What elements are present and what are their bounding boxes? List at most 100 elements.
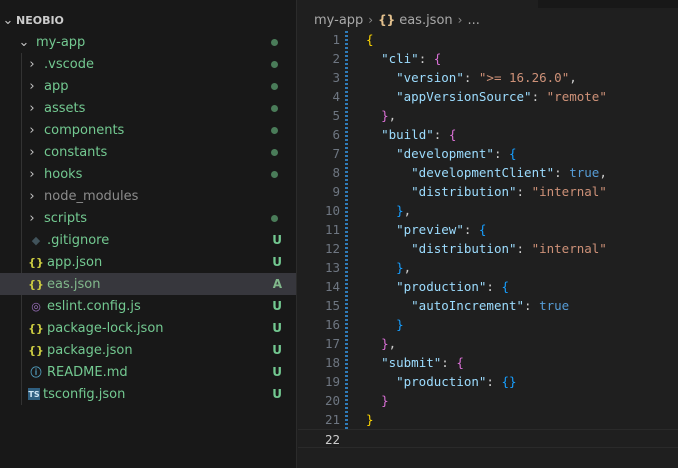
tree-item[interactable]: {} package.json U [0, 339, 296, 361]
code-token: "development" [396, 146, 494, 161]
tree-item[interactable]: › .vscode [0, 53, 296, 75]
tree-item[interactable]: TS tsconfig.json U [0, 383, 296, 405]
code-token: : [463, 222, 479, 237]
code-text: }, [366, 106, 396, 125]
tree-item[interactable]: › hooks [0, 163, 296, 185]
tab-strip [298, 0, 678, 8]
explorer-root-header[interactable]: ⌄ NEOBIO [0, 9, 296, 31]
code-line[interactable]: 6 "build": { [298, 125, 678, 144]
code-line[interactable]: 9 "distribution": "internal" [298, 182, 678, 201]
tree-item[interactable]: › assets [0, 97, 296, 119]
tree-item[interactable]: {} package-lock.json U [0, 317, 296, 339]
tree-item[interactable]: ◆ .gitignore U [0, 229, 296, 251]
code-token: } [396, 203, 404, 218]
code-token: , [403, 203, 412, 218]
tree-item-label: eslint.config.js [47, 298, 141, 314]
tree-item-label: .vscode [44, 56, 94, 72]
code-line[interactable]: 1{ [298, 30, 678, 49]
tree-item[interactable]: {} app.json U [0, 251, 296, 273]
breadcrumb-folder[interactable]: my-app [314, 13, 363, 28]
code-line[interactable]: 8 "developmentClient": true, [298, 163, 678, 182]
code-line[interactable]: 7 "development": { [298, 144, 678, 163]
tree-item[interactable]: › constants [0, 141, 296, 163]
code-token: "build" [381, 127, 434, 142]
chevron-right-icon: › [29, 188, 35, 204]
git-status-badge: U [272, 255, 282, 269]
code-line[interactable]: 15 "autoIncrement": true [298, 296, 678, 315]
code-token: true [569, 165, 600, 180]
tree-item[interactable]: ⓘ README.md U [0, 361, 296, 383]
tree-item-label: my-app [36, 34, 86, 50]
code-line[interactable]: 12 "distribution": "internal" [298, 239, 678, 258]
code-line[interactable]: 10 }, [298, 201, 678, 220]
tree-item-label: hooks [44, 166, 83, 182]
json-file-icon: {} [28, 277, 44, 291]
git-status-dot [271, 61, 278, 68]
code-token: : [486, 374, 502, 389]
git-status-dot [271, 105, 278, 112]
tree-item-label: .gitignore [47, 232, 110, 248]
tree-item[interactable]: {} eas.json A [0, 273, 296, 295]
code-line[interactable]: 13 }, [298, 258, 678, 277]
code-token: : [433, 127, 449, 142]
tree-item[interactable]: ⌄ my-app [0, 31, 296, 53]
tree-item[interactable]: › app [0, 75, 296, 97]
breadcrumb-file[interactable]: eas.json [399, 13, 452, 28]
code-line[interactable]: 17 }, [298, 334, 678, 353]
line-number: 15 [324, 298, 340, 313]
code-line[interactable]: 16 } [298, 315, 678, 334]
tree-item[interactable]: › node_modules [0, 185, 296, 207]
tree-item[interactable]: › components [0, 119, 296, 141]
workspace-title: NEOBIO [16, 13, 64, 27]
code-text: "production": {} [366, 372, 516, 391]
tree-item-label: node_modules [44, 188, 139, 204]
code-token: "production" [396, 374, 487, 389]
line-number: 21 [324, 412, 340, 427]
tree-item[interactable]: › scripts [0, 207, 296, 229]
code-line[interactable]: 4 "appVersionSource": "remote" [298, 87, 678, 106]
code-line[interactable]: 2 "cli": { [298, 49, 678, 68]
code-text: "build": { [366, 125, 456, 144]
code-token: "cli" [381, 51, 419, 66]
line-number: 17 [324, 336, 340, 351]
breadcrumb-more[interactable]: ... [467, 13, 479, 28]
code-line[interactable]: 14 "production": { [298, 277, 678, 296]
code-line[interactable]: 5 }, [298, 106, 678, 125]
code-text: "version": ">= 16.26.0", [366, 68, 577, 87]
tree-item-label: scripts [44, 210, 87, 226]
code-token: : [554, 165, 570, 180]
json-file-icon: {} [28, 255, 44, 269]
line-number: 8 [332, 165, 340, 180]
git-status-badge: U [272, 299, 282, 313]
line-number: 11 [324, 222, 340, 237]
code-text: }, [366, 334, 396, 353]
code-line[interactable]: 11 "preview": { [298, 220, 678, 239]
tree-item[interactable]: ◎ eslint.config.js U [0, 295, 296, 317]
code-token: "internal" [531, 184, 607, 199]
tree-item-label: constants [44, 144, 108, 160]
code-line[interactable]: 20 } [298, 391, 678, 410]
tab-eas-json[interactable] [298, 0, 538, 8]
code-line[interactable]: 22 [298, 429, 678, 448]
code-text: "preview": { [366, 220, 486, 239]
eslint-file-icon: ◎ [31, 299, 41, 313]
git-file-icon: ◆ [31, 233, 41, 247]
code-line[interactable]: 3 "version": ">= 16.26.0", [298, 68, 678, 87]
code-token: : [516, 241, 532, 256]
code-token: "distribution" [411, 241, 517, 256]
code-line[interactable]: 18 "submit": { [298, 353, 678, 372]
code-token: true [539, 298, 570, 313]
code-text: } [366, 410, 374, 429]
code-line[interactable]: 21} [298, 410, 678, 429]
code-token: "developmentClient" [411, 165, 555, 180]
code-line[interactable]: 19 "production": {} [298, 372, 678, 391]
